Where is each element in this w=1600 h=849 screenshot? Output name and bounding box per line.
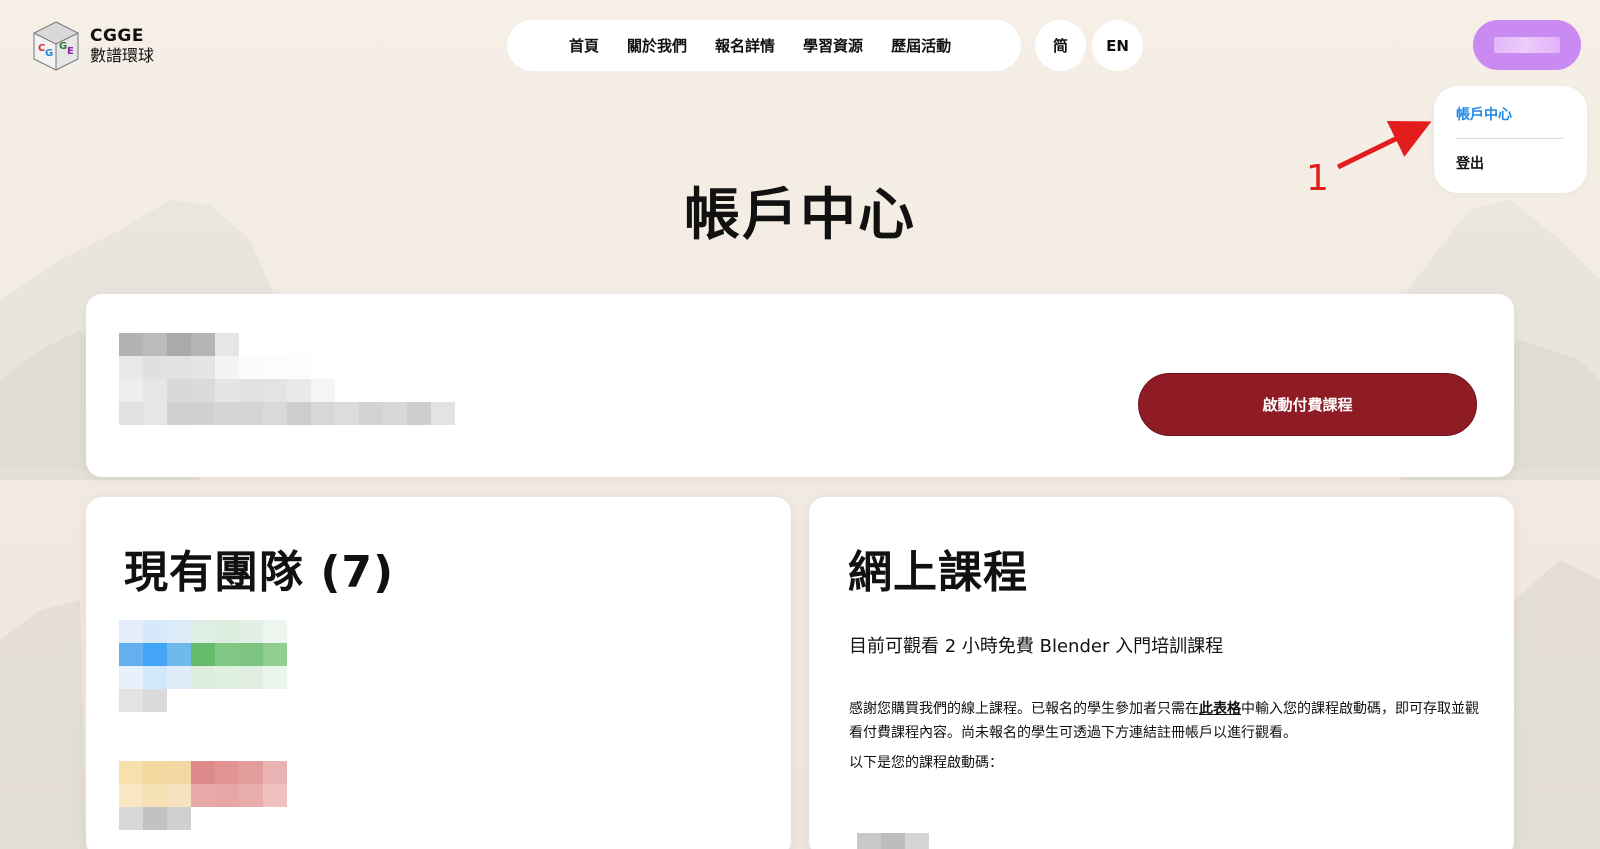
- user-menu-button[interactable]: [1473, 20, 1581, 70]
- redacted-activation-code: [857, 833, 929, 849]
- logo-subtitle: 數譜環球: [90, 45, 155, 65]
- main-nav: 首頁 關於我們 報名詳情 學習資源 歷屆活動: [507, 20, 1021, 71]
- svg-text:G: G: [45, 48, 53, 59]
- course-desc-part1: 感謝您購買我們的線上課程。已報名的學生參加者只需在: [849, 701, 1199, 717]
- logo-title: CGGE: [90, 25, 144, 46]
- nav-about[interactable]: 關於我們: [627, 35, 687, 56]
- svg-text:E: E: [67, 46, 74, 57]
- redacted-username: [1494, 37, 1560, 53]
- nav-resources[interactable]: 學習資源: [803, 35, 863, 56]
- menu-item-account-center[interactable]: 帳戶中心: [1456, 104, 1563, 124]
- menu-divider: [1456, 138, 1563, 139]
- nav-home[interactable]: 首頁: [569, 35, 599, 56]
- lang-english-button[interactable]: EN: [1092, 20, 1143, 71]
- page-title: 帳戶中心: [684, 183, 916, 248]
- nav-past-events[interactable]: 歷屆活動: [891, 35, 951, 56]
- redacted-account-info: [119, 333, 455, 425]
- course-description: 感謝您購買我們的線上課程。已報名的學生參加者只需在此表格中輸入您的課程啟動碼，即…: [849, 697, 1479, 745]
- free-course-note: 目前可觀看 2 小時免費 Blender 入門培訓課程: [849, 636, 1224, 657]
- logo-cube-icon: C G G E: [33, 21, 79, 71]
- annotation-arrow-1: [1336, 120, 1432, 170]
- activation-form-link[interactable]: 此表格: [1199, 701, 1241, 717]
- svg-text:G: G: [59, 41, 67, 52]
- lang-simplified-button[interactable]: 简: [1035, 20, 1086, 71]
- brand-logo[interactable]: C G G E CGGE 數譜環球: [28, 18, 154, 74]
- redacted-team-1: [119, 620, 287, 712]
- redacted-team-2: [119, 761, 287, 830]
- courses-section-title: 網上課程: [848, 547, 1028, 598]
- activation-code-label: 以下是您的課程啟動碼：: [849, 755, 1003, 771]
- nav-registration[interactable]: 報名詳情: [715, 35, 775, 56]
- teams-section-title: 現有團隊 (7): [124, 547, 395, 598]
- activate-paid-course-button[interactable]: 啟動付費課程: [1138, 373, 1477, 436]
